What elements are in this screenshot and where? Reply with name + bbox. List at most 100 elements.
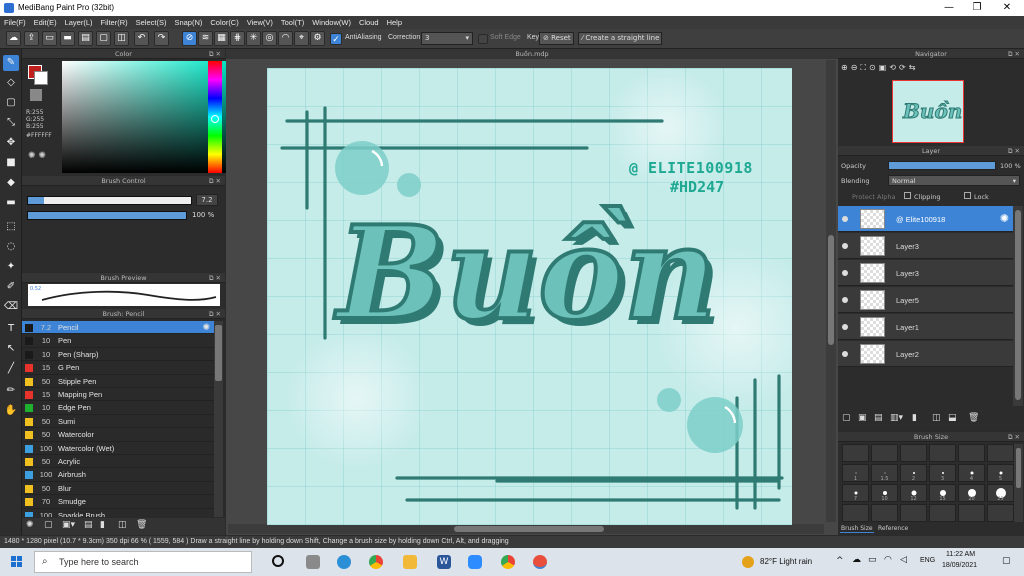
brush-list-item[interactable]: 10 Edge Pen — [22, 401, 214, 415]
layer-folder-icon[interactable]: ▮ — [912, 413, 917, 423]
brush-list-item[interactable]: 50 Sumi — [22, 415, 214, 429]
layer-row[interactable]: Layer5 — [838, 287, 1013, 313]
navigator-preview[interactable]: Buồn — [892, 80, 964, 143]
menu-help[interactable]: Help — [387, 18, 402, 27]
layer-visibility-eye-icon[interactable] — [842, 270, 848, 276]
brush-size-cell[interactable]: 5 — [987, 464, 1014, 482]
select-pen-tool-icon[interactable]: ✐ — [3, 279, 19, 295]
shape-tool-icon[interactable]: ■ — [3, 155, 19, 171]
layer-list-scrollbar[interactable] — [1013, 206, 1023, 406]
brush-menu-icon[interactable]: ▣▾ — [62, 520, 75, 530]
taskbar-app-icon[interactable] — [306, 555, 320, 569]
brush-list-item[interactable]: 15 G Pen — [22, 361, 214, 375]
brush-size-cell[interactable] — [987, 444, 1014, 462]
text-tool-icon[interactable]: T — [3, 321, 19, 337]
dot-tool-icon[interactable]: ▢ — [3, 95, 19, 111]
task-view-icon[interactable] — [272, 555, 284, 567]
clock-date[interactable]: 18/09/2021 — [942, 562, 977, 569]
file-explorer-icon[interactable] — [403, 555, 417, 569]
settings-snap-icon[interactable]: ⚙ — [310, 31, 325, 46]
background-color-swatch[interactable] — [34, 71, 48, 85]
layer-opacity-slider[interactable] — [888, 161, 996, 170]
layer-settings-gear-icon[interactable]: ✺ — [1000, 212, 1009, 225]
menu-view[interactable]: View(V) — [247, 18, 273, 27]
maximize-button[interactable]: ❐ — [962, 0, 992, 16]
marquee-tool-icon[interactable]: ⬚ — [3, 219, 19, 235]
menu-file[interactable]: File(F) — [4, 18, 26, 27]
delete-brush-icon[interactable]: 🗑 — [136, 520, 147, 530]
crisscross-snap-icon[interactable]: ⋕ — [230, 31, 245, 46]
message-icon[interactable]: ▤ — [78, 31, 93, 46]
clock-time[interactable]: 11:22 AM — [946, 551, 975, 558]
parallel-snap-icon[interactable]: ≋ — [198, 31, 213, 46]
lock-checkbox[interactable] — [964, 192, 971, 199]
menu-color[interactable]: Color(C) — [210, 18, 238, 27]
layer-menu-icon[interactable]: ▥▾ — [890, 413, 903, 423]
redo-icon[interactable]: ↷ — [154, 31, 169, 46]
duplicate-brush-icon[interactable]: ◫ — [118, 520, 127, 530]
fit-screen-icon[interactable]: ⛶ — [860, 63, 869, 72]
hue-slider-handle[interactable] — [211, 115, 219, 123]
weather-text[interactable]: 82°F Light rain — [760, 557, 812, 566]
brush-list-item[interactable]: 10 Pen (Sharp) — [22, 348, 214, 362]
page-icon[interactable]: ▢ — [96, 31, 111, 46]
brush-size-cell[interactable] — [871, 504, 898, 522]
add-brush-icon[interactable]: ▢ — [44, 520, 53, 530]
brush-list-item[interactable]: 100 Watercolor (Wet) — [22, 442, 214, 455]
reset-button[interactable]: ⊘ Reset — [539, 32, 574, 45]
eyedropper-tool-icon[interactable]: ✏ — [3, 383, 19, 399]
language-indicator[interactable]: ENG — [920, 557, 935, 564]
notification-icon[interactable]: ▢ — [1002, 556, 1011, 566]
lasso-tool-icon[interactable]: ◌ — [3, 239, 19, 255]
brush-size-cell[interactable] — [958, 504, 985, 522]
rotate-left-icon[interactable]: ⟲ — [889, 63, 899, 72]
chrome-profile-icon[interactable] — [501, 555, 515, 569]
brush-size-cell[interactable] — [842, 504, 869, 522]
canvas-horizontal-scrollbar[interactable] — [228, 524, 824, 534]
circle-snap-icon[interactable]: ◎ — [262, 31, 277, 46]
brush-tool-icon[interactable]: ✎ — [3, 55, 19, 71]
eraser-tool-icon[interactable]: ◇ — [3, 75, 19, 91]
medibang-taskbar-icon[interactable] — [533, 555, 547, 569]
undo-icon[interactable]: ↶ — [134, 31, 149, 46]
layer-row[interactable]: Layer3 — [838, 233, 1013, 259]
brush-size-cell[interactable]: 4 — [958, 464, 985, 482]
snap-off-icon[interactable]: ⊘ — [182, 31, 197, 46]
tab-brush-size[interactable]: Brush Size — [840, 525, 874, 533]
close-button[interactable]: ✕ — [992, 0, 1022, 16]
actual-size-icon[interactable]: ⊙ — [869, 63, 879, 72]
cloud-icon[interactable]: ☁ — [6, 31, 21, 46]
menu-snap[interactable]: Snap(N) — [174, 18, 202, 27]
brush-list-item[interactable]: 100 Sparkle Brush — [22, 509, 214, 517]
word-icon[interactable]: W — [437, 555, 451, 569]
correction-select[interactable]: 3 ▾ — [421, 32, 473, 45]
comment-icon[interactable]: ▭ — [42, 31, 57, 46]
brush-size-value[interactable]: 7.2 — [196, 194, 218, 206]
brush-list-item[interactable]: 50 Blur — [22, 482, 214, 496]
menu-select[interactable]: Select(S) — [136, 18, 167, 27]
layer-visibility-eye-icon[interactable] — [842, 216, 848, 222]
brush-size-cell[interactable]: 7 — [842, 484, 869, 502]
brush-size-cell[interactable] — [871, 444, 898, 462]
brush-list-item[interactable]: 50 Stipple Pen — [22, 375, 214, 388]
brush-size-cell[interactable] — [958, 444, 985, 462]
menu-filter[interactable]: Filter(R) — [101, 18, 128, 27]
minimize-button[interactable]: — — [934, 0, 964, 16]
curve-snap-icon[interactable]: ◠ — [278, 31, 293, 46]
windows-start-icon[interactable] — [11, 556, 23, 568]
menu-window[interactable]: Window(W) — [312, 18, 351, 27]
chrome-icon[interactable] — [369, 555, 383, 569]
weather-icon[interactable] — [742, 556, 754, 568]
brush-size-cell[interactable]: 25 — [987, 484, 1014, 502]
saturation-value-picker[interactable] — [62, 61, 229, 173]
clipping-checkbox[interactable] — [904, 192, 911, 199]
gradation-tool-icon[interactable]: ▬ — [3, 195, 19, 211]
rotate-right-icon[interactable]: ⟳ — [899, 63, 909, 72]
divide-tool-icon[interactable]: ╱ — [3, 361, 19, 377]
brush-size-cell[interactable]: 15 — [929, 484, 956, 502]
brush-settings-icon[interactable]: ✺ — [26, 520, 34, 530]
edge-browser-icon[interactable] — [337, 555, 351, 569]
grid-snap-icon[interactable]: ▦ — [214, 31, 229, 46]
drawing-canvas[interactable]: @ ELITE100918 #HD247 Buồn — [267, 68, 792, 525]
duplicate-layer-icon[interactable]: ◫ — [932, 413, 941, 423]
